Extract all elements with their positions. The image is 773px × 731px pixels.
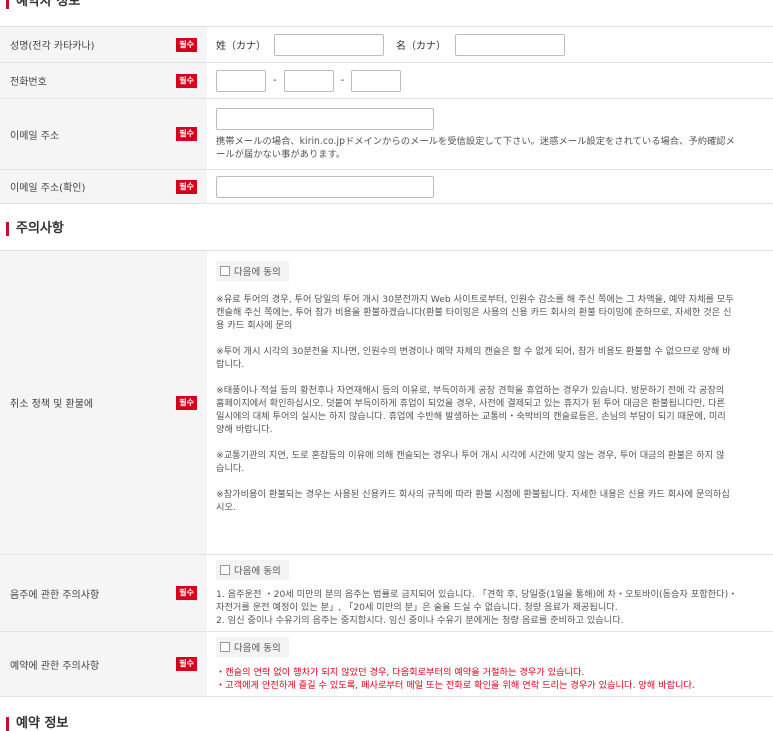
section-title-booking-info: 예약 정보 [6, 717, 68, 731]
email-label: 이메일 주소 [10, 130, 60, 142]
reservation-notes-label: 예약에 관한 주의사항 [10, 660, 100, 672]
cancel-paragraph-2: ※투어 개시 시각의 30분전을 지나면, 인원수의 변경이나 예약 자체의 캔… [216, 346, 731, 370]
phone-input-2[interactable] [283, 69, 334, 92]
name-label: 성명(전각 카타카나) [10, 41, 95, 52]
drinking-line-3: 2. 임신 중이나 수유기의 음주는 중지합시다. 임신 중이나 수유기 분에게… [216, 614, 624, 626]
row-reservation-notes: 예약에 관한 주의사항 필수 다음에 동의 ・캔슬의 연락 없이 행차가 되지 … [0, 631, 773, 697]
email-label-cell: 이메일 주소 필수 [0, 98, 207, 170]
email-confirm-value-cell [207, 169, 773, 204]
section-title-reservation-info: 예약자 정보 [6, 0, 80, 9]
cancel-paragraph-3: ※태풍이나 적설 등의 황천후나 자연재해시 등의 이유로, 부득이하게 공장 … [216, 385, 726, 435]
family-name-label: 姓（カナ） [216, 41, 266, 52]
name-value-cell: 姓（カナ） 名（カナ） [207, 26, 773, 63]
email-confirm-label: 이메일 주소(확인) [10, 183, 86, 194]
cancel-label-cell: 취소 정책 및 환불에 필수 [0, 250, 207, 555]
checkbox-icon[interactable] [220, 266, 230, 276]
reservation-info-table: 성명(전각 카타카나) 필수 姓（カナ） 名（カナ） 전화번호 필수 -- 이메일… [0, 26, 773, 204]
cancel-policy-label: 취소 정책 및 환불에 [10, 399, 94, 410]
notes-table: 취소 정책 및 환불에 필수 다음에 동의 ※유료 투어의 경우, 투어 당일의… [0, 250, 773, 697]
drinking-agree-checkbox[interactable]: 다음에 동의 [216, 559, 289, 580]
email-input[interactable] [216, 107, 434, 130]
drinking-line-2: 자전거를 운전 예정이 있는 분」, 「20세 미만의 분」은 술을 드실 수 … [216, 601, 618, 613]
reservation-label-cell: 예약에 관한 주의사항 필수 [0, 631, 207, 697]
given-name-input[interactable] [455, 33, 565, 56]
checkbox-icon[interactable] [220, 564, 230, 575]
required-badge: 필수 [176, 586, 197, 600]
required-badge: 필수 [176, 179, 197, 194]
cancel-paragraph-5: ※참가비용이 환불되는 경우는 사용된 신용카드 회사의 규칙에 따라 환불 시… [216, 489, 730, 513]
required-badge: 필수 [176, 37, 197, 52]
drinking-label-cell: 음주에 관한 주의사항 필수 [0, 554, 207, 632]
given-name-label: 名（カナ） [396, 41, 446, 52]
required-badge: 필수 [176, 395, 197, 410]
phone-value-cell: -- [207, 62, 773, 99]
agree-label: 다음에 동의 [234, 642, 281, 654]
row-phone: 전화번호 필수 -- [0, 62, 773, 99]
email-note: 携帯メールの場合、kirin.co.jpドメインからのメールを受信設定して下さい… [216, 135, 773, 161]
row-name: 성명(전각 카타카나) 필수 姓（カナ） 名（カナ） [0, 26, 773, 63]
cancel-paragraph-4: ※교통기관의 지연, 도로 혼잡등의 이유에 의해 캔슬되는 경우나 투어 개시… [216, 450, 725, 474]
email-confirm-input[interactable] [216, 175, 434, 198]
email-note-line2: ールが届かない事があります。 [216, 148, 346, 160]
agree-label: 다음에 동의 [234, 267, 281, 278]
reservation-value-cell: 다음에 동의 ・캔슬의 연락 없이 행차가 되지 않았던 경우, 다음회로부터의… [207, 631, 773, 697]
row-email-confirm: 이메일 주소(확인) 필수 [0, 169, 773, 204]
phone-label: 전화번호 [10, 77, 47, 88]
email-value-cell: 携帯メールの場合、kirin.co.jpドメインからのメールを受信設定して下さい… [207, 98, 773, 170]
drinking-value-cell: 다음에 동의 1. 음주운전 ・20세 미만의 분의 음주는 법률로 금지되어 … [207, 554, 773, 632]
cancel-value-cell: 다음에 동의 ※유료 투어의 경우, 투어 당일의 투어 개시 30분전까지 W… [207, 250, 773, 555]
required-badge: 필수 [176, 657, 197, 671]
drinking-line-1: 1. 음주운전 ・20세 미만의 분의 음주는 법률로 금지되어 있습니다. 「… [216, 588, 738, 600]
agree-label: 다음에 동의 [234, 565, 281, 577]
checkbox-icon[interactable] [220, 641, 230, 652]
phone-input-1[interactable] [216, 69, 266, 92]
cancel-paragraph-1: ※유료 투어의 경우, 투어 당일의 투어 개시 30분전까지 Web 사이트로… [216, 294, 734, 331]
email-note-line1: 携帯メールの場合、kirin.co.jpドメインからのメールを受信設定して下さい… [216, 135, 735, 147]
phone-label-cell: 전화번호 필수 [0, 62, 207, 99]
required-badge: 필수 [176, 127, 197, 141]
row-drinking: 음주에 관한 주의사항 필수 다음에 동의 1. 음주운전 ・20세 미만의 분… [0, 554, 773, 632]
phone-separator: - [340, 75, 345, 86]
drinking-label: 음주에 관한 주의사항 [10, 589, 100, 601]
reservation-line-2: ・고객에게 안전하게 즐길 수 있도록, 폐사로부터 메일 또는 전화로 확인을… [216, 679, 695, 691]
row-cancel-policy: 취소 정책 및 환불에 필수 다음에 동의 ※유료 투어의 경우, 투어 당일의… [0, 250, 773, 555]
phone-input-3[interactable] [351, 69, 402, 92]
name-label-cell: 성명(전각 카타카나) 필수 [0, 26, 207, 63]
phone-separator: - [273, 75, 277, 86]
reservation-line-1: ・캔슬의 연락 없이 행차가 되지 않았던 경우, 다음회로부터의 예약을 거절… [216, 666, 585, 678]
section-title-notes: 주의사항 [6, 222, 64, 236]
required-badge: 필수 [176, 73, 197, 88]
family-name-input[interactable] [274, 33, 384, 56]
cancel-agree-checkbox[interactable]: 다음에 동의 [216, 261, 289, 281]
row-email: 이메일 주소 필수 携帯メールの場合、kirin.co.jpドメインからのメール… [0, 98, 773, 170]
reservation-agree-checkbox[interactable]: 다음에 동의 [216, 636, 289, 657]
email-confirm-label-cell: 이메일 주소(확인) 필수 [0, 169, 207, 204]
